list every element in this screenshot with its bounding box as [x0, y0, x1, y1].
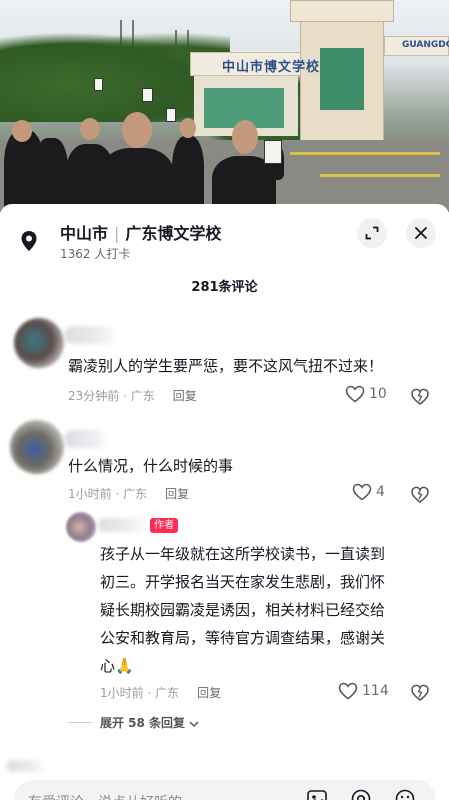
dislike-icon[interactable] [410, 682, 430, 702]
author-reply-line: 心🙏 [100, 657, 134, 675]
school-sign: 中山市博文学校 [222, 60, 321, 75]
expand-icon [365, 226, 379, 240]
comment-text: 什么情况，什么时候的事 [68, 457, 234, 475]
video-preview[interactable]: 中山市博文学校 GUANGDONG [0, 0, 449, 212]
heart-icon [345, 385, 365, 403]
comment-meta: 1小时前 · 广东 回复 [68, 485, 189, 502]
like-button[interactable]: 10 [345, 385, 387, 403]
comment-meta: 23分钟前 · 广东 回复 [68, 387, 197, 404]
comment-time: 1小时前 · 广东 [68, 487, 148, 501]
like-button[interactable]: 114 [338, 682, 389, 700]
author-badge: 作者 [150, 518, 178, 533]
heart-icon [338, 682, 358, 700]
comment-count: 281条评论 [191, 280, 258, 295]
like-count: 4 [376, 484, 385, 500]
author-reply-line: 初三。开学报名当天在家发生悲剧，我们怀 [100, 573, 386, 591]
location-pin-icon [21, 231, 37, 251]
like-count: 114 [362, 683, 389, 699]
expand-button[interactable] [357, 218, 387, 248]
crowd [0, 78, 449, 212]
checkin-count: 1362 人打卡 [60, 247, 131, 261]
at-mention-icon[interactable] [350, 788, 372, 800]
close-button[interactable] [406, 218, 436, 248]
location-place: 广东博文学校 [125, 224, 222, 243]
comment-meta: 1小时前 · 广东 回复 [100, 684, 221, 701]
avatar[interactable] [10, 420, 64, 474]
dislike-icon[interactable] [410, 484, 430, 504]
chevron-down-icon [189, 720, 199, 727]
location-title[interactable]: 中山市 | 广东博文学校 [60, 220, 221, 244]
like-button[interactable]: 4 [352, 483, 385, 501]
expand-replies-label: 展开 58 条回复 [100, 716, 186, 730]
comment-panel: 中山市 | 广东博文学校 1362 人打卡 281条评论 霸凌别人的学生要严惩，要不… [0, 204, 449, 800]
author-reply-line: 疑长期校园霸凌是诱因，相关材料已经交给 [100, 601, 386, 619]
reply-button[interactable]: 回复 [197, 686, 221, 700]
username-blurred[interactable] [64, 326, 118, 344]
comment-time: 23分钟前 · 广东 [68, 389, 155, 403]
comment-input-placeholder: 有爱评论，说点儿好听的 [28, 792, 182, 800]
author-reply-text: 孩子从一年级就在这所学校读书，一直读到 初三。开学报名当天在家发生悲剧，我们怀 … [100, 540, 385, 680]
like-count: 10 [369, 386, 387, 402]
reply-button[interactable]: 回复 [173, 389, 197, 403]
location-separator: | [114, 224, 120, 243]
heart-icon [352, 483, 372, 501]
username-blurred[interactable] [98, 518, 146, 532]
school-sign-en: GUANGDONG [402, 40, 449, 50]
close-icon [415, 227, 427, 239]
location-city: 中山市 [60, 224, 109, 243]
author-avatar[interactable] [66, 512, 96, 542]
comment-text: 霸凌别人的学生要严惩，要不这风气扭不过来！ [68, 357, 384, 375]
author-reply-line: 公安和教育局，等待官方调查结果，感谢关 [100, 629, 386, 647]
comment-time: 1小时前 · 广东 [100, 686, 180, 700]
emoji-icon[interactable] [394, 788, 416, 800]
author-reply-line: 孩子从一年级就在这所学校读书，一直读到 [100, 545, 386, 563]
dislike-icon[interactable] [410, 386, 430, 406]
avatar[interactable] [14, 318, 64, 368]
username-blurred [6, 760, 46, 772]
expand-divider [68, 722, 92, 723]
image-icon[interactable] [306, 788, 328, 800]
comment-input[interactable]: 有爱评论，说点儿好听的 [14, 780, 436, 800]
expand-replies-button[interactable]: 展开 58 条回复 [100, 714, 199, 731]
username-blurred[interactable] [64, 430, 108, 448]
reply-button[interactable]: 回复 [165, 487, 189, 501]
